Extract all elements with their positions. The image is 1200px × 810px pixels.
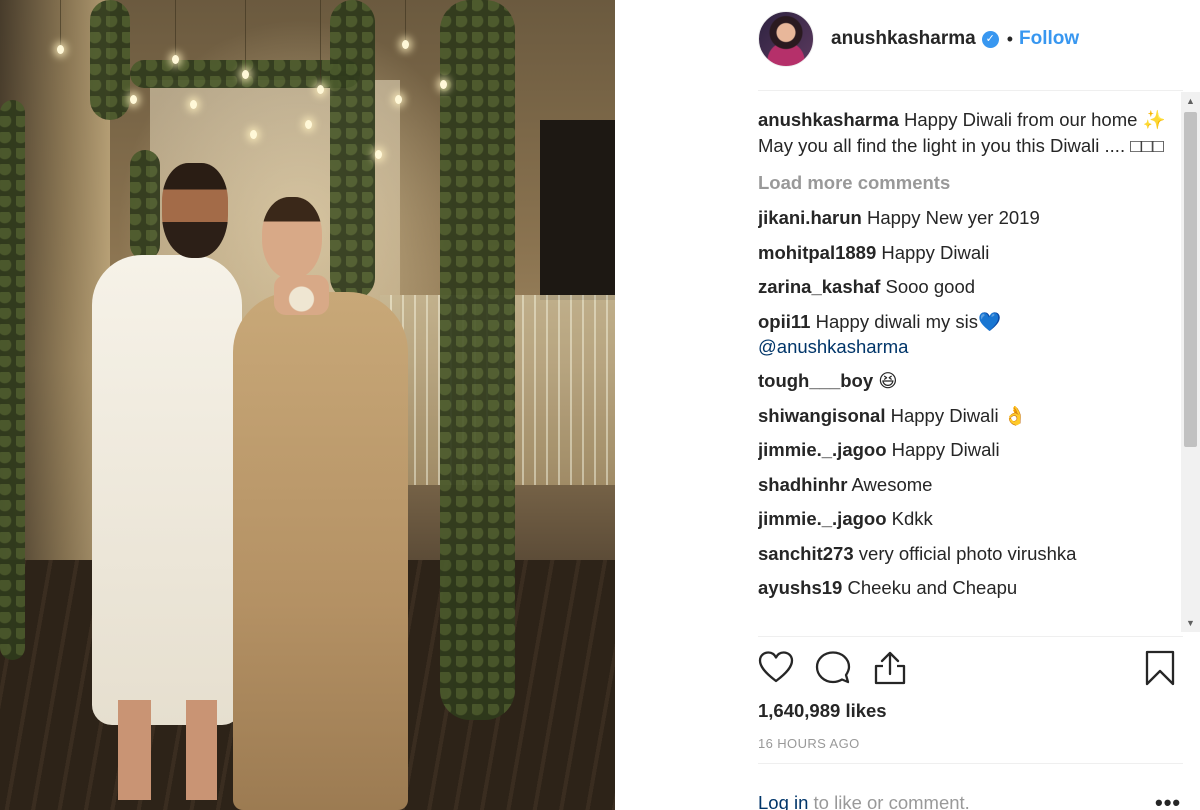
- avatar[interactable]: [758, 11, 814, 67]
- scroll-down-arrow-icon[interactable]: ▼: [1181, 614, 1200, 632]
- comment-text: Sooo good: [880, 276, 976, 297]
- follow-button[interactable]: Follow: [1019, 28, 1079, 50]
- photo-man-head: [162, 163, 228, 258]
- scroll-up-arrow-icon[interactable]: ▲: [1181, 92, 1200, 110]
- list-item: sanchit273 very official photo virushka: [758, 541, 1182, 566]
- post-header: anushkasharma ✓ • Follow: [758, 11, 1079, 67]
- photo-vine: [330, 0, 375, 300]
- post-timestamp[interactable]: 16 HOURS AGO: [758, 736, 860, 751]
- comment-username[interactable]: mohitpal1889: [758, 242, 876, 263]
- photo-night-sky: [540, 120, 615, 300]
- list-item: ayushs19 Cheeku and Cheapu: [758, 575, 1182, 600]
- list-item: shadhinhr Awesome: [758, 472, 1182, 497]
- comments-scrollbar[interactable]: ▲ ▼: [1181, 92, 1200, 632]
- likes-count[interactable]: 1,640,989 likes: [758, 700, 887, 722]
- heart-icon[interactable]: [758, 650, 794, 686]
- list-item: jimmie._.jagoo Happy Diwali: [758, 437, 1182, 462]
- comment-username[interactable]: jimmie._.jagoo: [758, 439, 887, 460]
- photo-vine: [0, 100, 25, 660]
- fairy-light: [375, 150, 382, 159]
- scrollbar-thumb[interactable]: [1184, 112, 1197, 447]
- comment-text: Awesome: [847, 473, 933, 495]
- fairy-light: [440, 80, 447, 89]
- comment-username[interactable]: tough___boy: [758, 370, 873, 391]
- comment-icon[interactable]: [815, 650, 851, 686]
- list-item: tough___boy 😆: [758, 368, 1182, 393]
- header-divider: [758, 90, 1183, 91]
- more-options-button[interactable]: •••: [1155, 790, 1181, 810]
- fairy-light: [395, 95, 402, 104]
- comments-list[interactable]: anushkasharma Happy Diwali from our home…: [758, 107, 1182, 633]
- photo-man-kurta: [92, 255, 242, 725]
- list-item: jikani.harun Happy New yer 2019: [758, 205, 1182, 230]
- fairy-light: [130, 95, 137, 104]
- login-prompt-text: to like or comment.: [808, 792, 970, 810]
- fairy-light: [305, 120, 312, 129]
- fairy-light: [250, 130, 257, 139]
- list-item: shiwangisonal Happy Diwali 👌: [758, 403, 1182, 428]
- header-separator: •: [1006, 28, 1013, 49]
- comment-text: Cheeku and Cheapu: [842, 577, 1018, 598]
- comment-text: 😆: [873, 370, 898, 391]
- comments-divider: [758, 636, 1183, 637]
- comment-username[interactable]: zarina_kashaf: [758, 276, 880, 297]
- post-photo[interactable]: [0, 0, 615, 810]
- light-string: [320, 0, 321, 90]
- comment-username[interactable]: sanchit273: [758, 543, 854, 564]
- list-item: opii11 Happy diwali my sis💙 @anushkashar…: [758, 309, 1182, 359]
- photo-vine: [90, 0, 130, 120]
- comment-username[interactable]: jimmie._.jagoo: [758, 508, 887, 529]
- fairy-light: [242, 70, 249, 79]
- fairy-light: [172, 55, 179, 64]
- list-item: jimmie._.jagoo Kdkk: [758, 506, 1182, 531]
- caption-username[interactable]: anushkasharma: [758, 109, 899, 130]
- share-icon[interactable]: [872, 650, 908, 686]
- photo-woman-head: [262, 197, 322, 279]
- list-item: zarina_kashaf Sooo good: [758, 274, 1182, 299]
- comment-username[interactable]: ayushs19: [758, 577, 842, 598]
- comment-text: very official photo virushka: [853, 542, 1077, 564]
- comment-text: Happy New yer 2019: [861, 207, 1040, 228]
- light-string: [60, 0, 61, 50]
- comment-text: Happy Diwali: [886, 439, 1000, 460]
- load-more-comments-button[interactable]: Load more comments: [758, 170, 1182, 196]
- login-prompt: Log in to like or comment.: [758, 792, 970, 810]
- login-link[interactable]: Log in: [758, 792, 808, 810]
- light-string: [405, 0, 406, 45]
- post-author-username[interactable]: anushkasharma: [831, 28, 976, 50]
- photo-vine: [440, 0, 515, 720]
- comment-username[interactable]: opii11: [758, 311, 810, 332]
- comment-text: Happy Diwali 👌: [885, 404, 1027, 426]
- post-caption: anushkasharma Happy Diwali from our home…: [758, 107, 1182, 159]
- verified-badge-icon: ✓: [981, 30, 999, 48]
- list-item: mohitpal1889 Happy Diwali: [758, 240, 1182, 265]
- comment-username[interactable]: shiwangisonal: [758, 405, 885, 426]
- photo-vine: [130, 150, 160, 260]
- photo-man-feet: [118, 700, 228, 800]
- comment-text: Kdkk: [886, 508, 933, 529]
- fairy-light: [402, 40, 409, 49]
- action-bar: [758, 650, 1178, 686]
- comment-text: Happy Diwali: [876, 241, 990, 263]
- comment-mention-link[interactable]: @anushkasharma: [758, 336, 908, 357]
- post-side-panel: anushkasharma ✓ • Follow anushkasharma H…: [615, 0, 1200, 810]
- photo-woman-saree: [233, 292, 408, 810]
- light-string: [175, 0, 176, 60]
- bookmark-icon[interactable]: [1142, 650, 1178, 686]
- footer-divider: [758, 763, 1183, 764]
- fairy-light: [190, 100, 197, 109]
- fairy-light: [317, 85, 324, 94]
- light-string: [245, 0, 246, 75]
- fairy-light: [57, 45, 64, 54]
- photo-woman-necklace: [274, 275, 329, 315]
- comment-username[interactable]: jikani.harun: [758, 207, 862, 228]
- comment-text: Happy diwali my sis💙: [810, 310, 1002, 332]
- comment-username[interactable]: shadhinhr: [758, 474, 847, 495]
